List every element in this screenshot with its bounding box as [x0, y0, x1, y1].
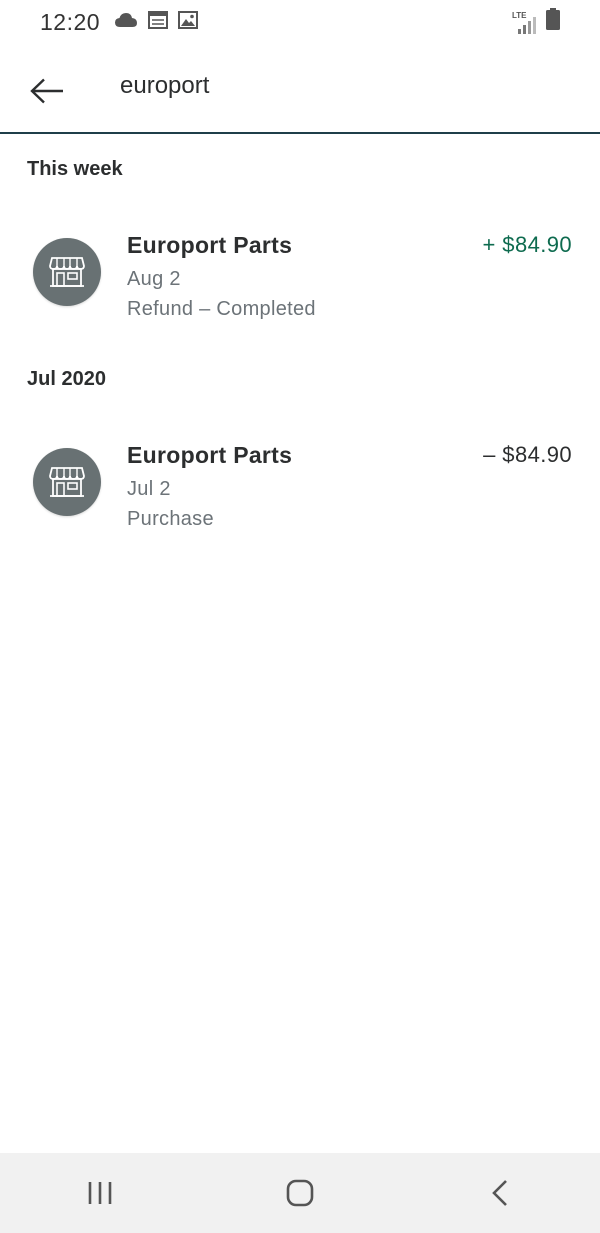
screen: 12:20 LTE europort This week Europort Pa… [0, 0, 600, 1233]
storefront-icon [49, 467, 85, 497]
transaction-row[interactable]: Europort Parts Jul 2 Purchase – $84.90 [0, 442, 600, 578]
back-icon [492, 1180, 507, 1206]
storefront-icon [49, 257, 85, 287]
recent-apps-icon [88, 1182, 112, 1204]
status-icons-left [114, 10, 199, 34]
status-time: 12:20 [40, 8, 101, 35]
transaction-amount: + $84.90 [482, 232, 572, 257]
search-query[interactable]: europort [120, 72, 209, 100]
status-bar: 12:20 LTE [0, 0, 600, 44]
calendar-icon [148, 10, 169, 34]
system-back-button[interactable] [470, 1163, 530, 1223]
arrow-left-icon [30, 78, 63, 104]
recent-apps-button[interactable] [70, 1163, 130, 1223]
image-icon [178, 10, 199, 34]
battery-icon [546, 8, 560, 35]
transaction-status: Refund – Completed [127, 298, 316, 320]
transaction-amount: – $84.90 [483, 442, 572, 467]
transaction-date: Jul 2 [127, 478, 171, 500]
merchant-name: Europort Parts [127, 232, 293, 258]
merchant-avatar [33, 448, 101, 516]
system-nav-bar [0, 1153, 600, 1233]
transaction-date: Aug 2 [127, 268, 181, 290]
merchant-name: Europort Parts [127, 442, 293, 468]
transaction-status: Purchase [127, 508, 214, 530]
home-icon [286, 1179, 314, 1207]
status-icons-right: LTE [512, 8, 560, 35]
home-button[interactable] [270, 1163, 330, 1223]
merchant-avatar [33, 238, 101, 306]
back-button[interactable] [26, 70, 68, 112]
signal-icon: LTE [512, 11, 536, 35]
section-header-jul-2020: Jul 2020 [27, 368, 106, 390]
transaction-row[interactable]: Europort Parts Aug 2 Refund – Completed … [0, 232, 600, 368]
cloud-icon [114, 12, 138, 33]
section-header-this-week: This week [27, 158, 123, 180]
app-bar: europort [0, 44, 600, 134]
